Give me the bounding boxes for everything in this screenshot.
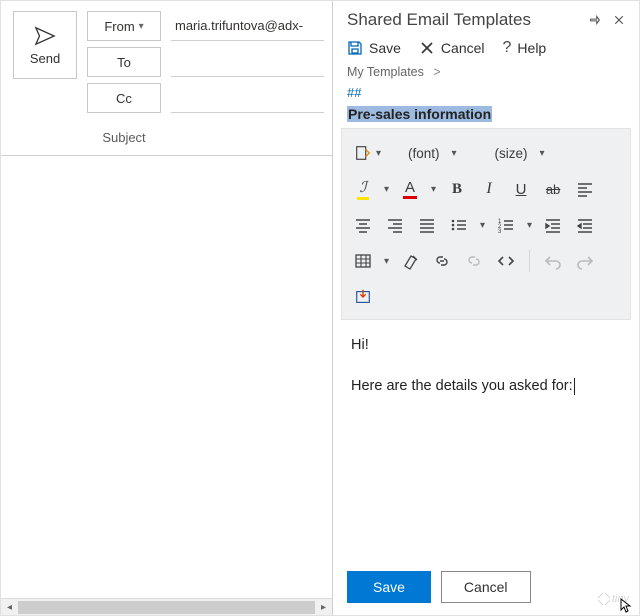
cc-label: Cc xyxy=(116,91,132,106)
text-caret xyxy=(574,378,575,395)
undo-button xyxy=(538,246,568,276)
align-right-button[interactable] xyxy=(380,210,410,240)
font-select[interactable]: (font) xyxy=(402,146,446,161)
compose-pane: Send From ▾ To Cc maria.trifuntova@adx- xyxy=(1,1,332,615)
breadcrumb-sep: > xyxy=(433,65,440,79)
save-button[interactable]: Save xyxy=(347,571,431,603)
breadcrumb[interactable]: My Templates > xyxy=(333,65,639,85)
to-field[interactable] xyxy=(171,47,324,77)
macro-menu[interactable]: ▾ xyxy=(348,138,400,168)
save-command[interactable]: Save xyxy=(347,40,401,56)
app-root: Send From ▾ To Cc maria.trifuntova@adx- xyxy=(0,0,640,616)
help-icon: ? xyxy=(503,39,512,57)
save-icon xyxy=(347,40,363,56)
send-icon xyxy=(34,25,56,47)
insert-icon xyxy=(354,288,372,306)
tiny-logo-icon xyxy=(598,593,610,605)
highlight-icon: ℐ xyxy=(357,178,368,200)
save-command-label: Save xyxy=(369,40,401,56)
send-button[interactable]: Send xyxy=(13,11,77,79)
from-field[interactable]: maria.trifuntova@adx- xyxy=(171,11,324,41)
scroll-right-arrow[interactable]: ▸ xyxy=(315,600,332,615)
svg-text:3: 3 xyxy=(498,229,502,234)
shortcut-field[interactable]: ## xyxy=(333,85,639,106)
chevron-down-icon: ▾ xyxy=(139,21,144,32)
indent-button[interactable] xyxy=(538,210,568,240)
pane-header: Shared Email Templates xyxy=(333,1,639,35)
footer: Save Cancel tiny xyxy=(333,563,639,615)
editor-body[interactable]: Hi! Here are the details you asked for: xyxy=(341,320,631,563)
align-left-button[interactable] xyxy=(570,174,600,204)
cancel-icon xyxy=(419,40,435,56)
cc-field[interactable] xyxy=(171,83,324,113)
scroll-left-arrow[interactable]: ◂ xyxy=(1,600,18,615)
send-label: Send xyxy=(30,51,60,66)
bold-button[interactable]: B xyxy=(442,174,472,204)
help-command[interactable]: ? Help xyxy=(503,39,547,57)
body-line-1: Hi! xyxy=(351,334,621,357)
to-label: To xyxy=(117,55,131,70)
chevron-down-icon: ▾ xyxy=(372,148,385,159)
editor-toolbar: ▾ (font) ▾ (size) ▾ ℐ ▾ A ▾ B I U ab xyxy=(341,128,631,320)
size-select[interactable]: (size) xyxy=(489,146,534,161)
insert-into-email-button[interactable] xyxy=(348,282,378,312)
redo-button xyxy=(570,246,600,276)
subject-row: Subject xyxy=(1,123,332,151)
templates-pane: Shared Email Templates Save Cancel ? Hel… xyxy=(332,1,639,615)
pane-title: Shared Email Templates xyxy=(347,10,583,30)
mouse-cursor-icon xyxy=(619,597,635,613)
macro-icon xyxy=(354,144,372,162)
close-icon[interactable] xyxy=(607,8,631,32)
pin-icon[interactable] xyxy=(583,8,607,32)
align-justify-button[interactable] xyxy=(412,210,442,240)
breadcrumb-root: My Templates xyxy=(347,65,424,79)
table-button[interactable] xyxy=(348,246,378,276)
chevron-down-icon[interactable]: ▾ xyxy=(523,220,536,231)
highlight-color-button[interactable]: ℐ xyxy=(348,174,378,204)
subject-label: Subject xyxy=(87,130,161,145)
strikethrough-button[interactable]: ab xyxy=(538,174,568,204)
chevron-down-icon[interactable]: ▾ xyxy=(380,184,393,195)
template-name-field[interactable]: Pre-sales information xyxy=(347,106,492,122)
scroll-thumb[interactable] xyxy=(18,601,315,614)
command-bar: Save Cancel ? Help xyxy=(333,35,639,65)
from-label: From xyxy=(104,19,134,34)
scroll-track[interactable] xyxy=(18,600,315,615)
chevron-down-icon[interactable]: ▾ xyxy=(427,184,440,195)
bullet-list-button[interactable] xyxy=(444,210,474,240)
chevron-down-icon[interactable]: ▾ xyxy=(476,220,489,231)
template-name-wrap: Pre-sales information xyxy=(333,106,639,128)
chevron-down-icon[interactable]: ▾ xyxy=(536,148,549,159)
align-center-button[interactable] xyxy=(348,210,378,240)
link-button[interactable] xyxy=(427,246,457,276)
underline-button[interactable]: U xyxy=(506,174,536,204)
cancel-command-label: Cancel xyxy=(441,40,485,56)
chevron-down-icon[interactable]: ▾ xyxy=(448,148,461,159)
clear-format-button[interactable] xyxy=(395,246,425,276)
from-button[interactable]: From ▾ xyxy=(87,11,161,41)
to-button[interactable]: To xyxy=(87,47,161,77)
body-line-2: Here are the details you asked for: xyxy=(351,375,621,398)
italic-button[interactable]: I xyxy=(474,174,504,204)
help-command-label: Help xyxy=(517,40,546,56)
chevron-down-icon[interactable]: ▾ xyxy=(380,256,393,267)
separator xyxy=(529,250,530,272)
compose-body[interactable] xyxy=(1,155,332,598)
font-color-icon: A xyxy=(403,179,417,199)
number-list-button[interactable]: 123 xyxy=(491,210,521,240)
unlink-button xyxy=(459,246,489,276)
compose-header: Send From ▾ To Cc maria.trifuntova@adx- xyxy=(1,1,332,113)
cancel-button[interactable]: Cancel xyxy=(441,571,531,603)
code-button[interactable] xyxy=(491,246,521,276)
horizontal-scrollbar[interactable]: ◂ ▸ xyxy=(1,598,332,615)
font-color-button[interactable]: A xyxy=(395,174,425,204)
cancel-command[interactable]: Cancel xyxy=(419,40,485,56)
outdent-button[interactable] xyxy=(570,210,600,240)
cc-button[interactable]: Cc xyxy=(87,83,161,113)
